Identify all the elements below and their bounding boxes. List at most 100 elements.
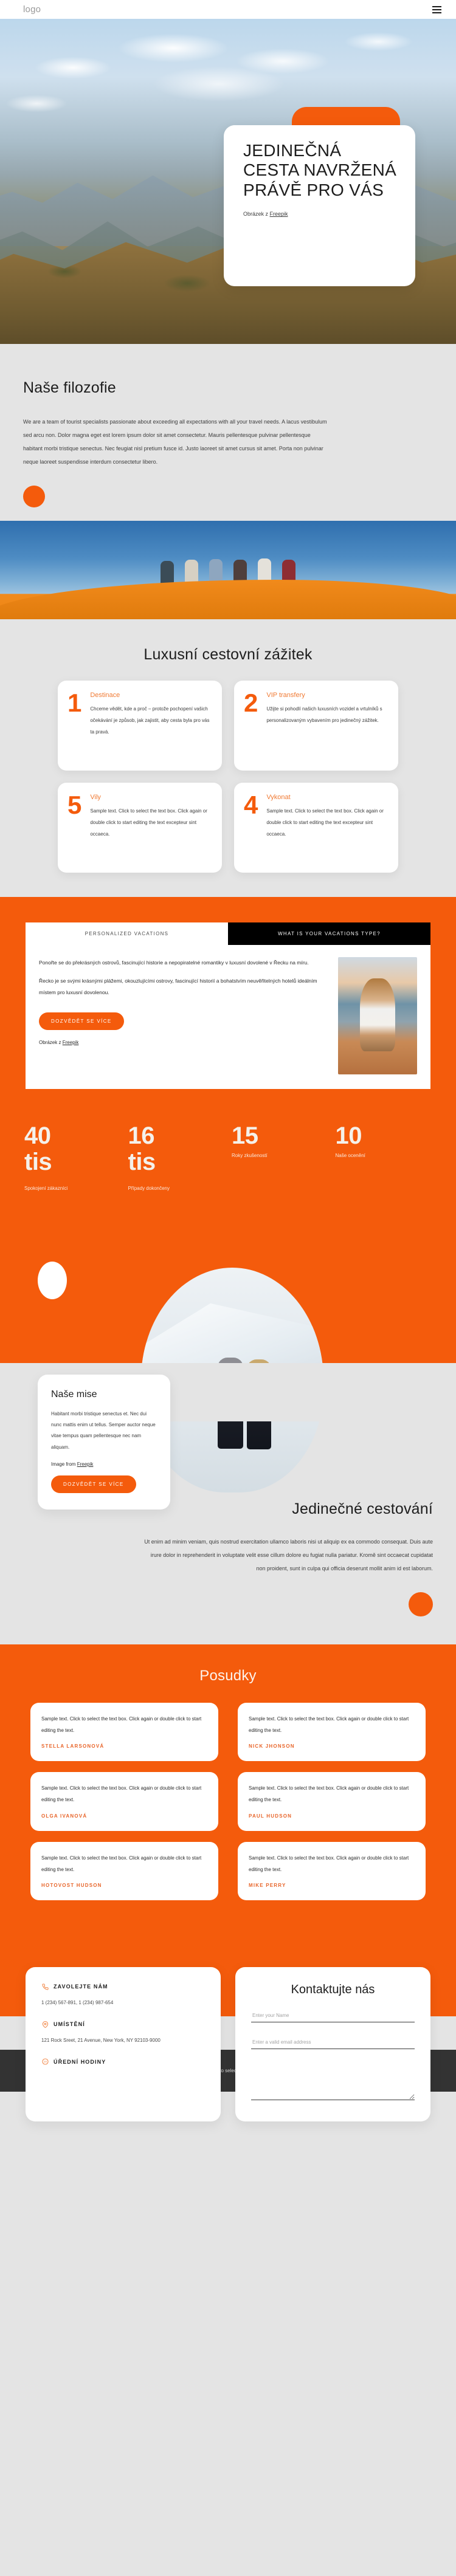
mission-image-credit: Image from Freepik: [51, 1461, 157, 1467]
tab-header: PERSONALIZED VACATIONS WHAT IS YOUR VACA…: [26, 922, 430, 946]
mission-card: Naše mise Habitant morbi tristique senec…: [38, 1374, 170, 1510]
map-pin-icon: [41, 2021, 49, 2028]
mission-learn-more-button[interactable]: DOZVĚDĚT SE VÍCE: [51, 1475, 136, 1494]
mission-title: Naše mise: [51, 1389, 97, 1400]
testimonial-text: Sample text. Click to select the text bo…: [249, 1855, 409, 1872]
luxury-card-text: Sample text. Click to select the text bo…: [90, 808, 207, 837]
hero-image-credit: Obrázek z Freepik: [243, 211, 397, 217]
philosophy-section: Naše filozofie We are a team of tourist …: [0, 344, 456, 508]
mission-credit-prefix: Image from: [51, 1461, 77, 1468]
white-circle-decor: [38, 1261, 67, 1299]
stat-item: 16 tis Případy dokončeny: [128, 1122, 225, 1191]
contact-info-card: ZAVOLEJTE NÁM 1 (234) 567-891, 1 (234) 9…: [26, 1967, 221, 2122]
traveler-figure: [161, 560, 174, 584]
site-header: logo: [0, 0, 456, 19]
testimonial-author: PAUL HUDSON: [249, 1813, 292, 1819]
stat-label: Případy dokončeny: [128, 1185, 170, 1191]
testimonial-author: HOTOVOST HUDSON: [41, 1883, 102, 1889]
contact-section: ZAVOLEJTE NÁM 1 (234) 567-891, 1 (234) 9…: [0, 1940, 456, 2122]
luxury-card-text: Sample text. Click to select the text bo…: [266, 808, 384, 837]
luxury-card-number: 2: [244, 689, 258, 718]
orange-dot-decor: [409, 1592, 433, 1616]
mission-section: Naše mise Habitant morbi tristique senec…: [0, 1223, 456, 1510]
luxury-card-number: 4: [244, 791, 258, 820]
stat-label: Naše ocenění: [335, 1153, 365, 1159]
stat-value: 16 tis: [128, 1122, 156, 1176]
testimonial-card: Sample text. Click to select the text bo…: [30, 1702, 218, 1762]
testimonial-card: Sample text. Click to select the text bo…: [30, 1841, 218, 1901]
tab-photo-woman-view: [338, 957, 417, 1075]
tab-credit-link[interactable]: Freepik: [63, 1040, 79, 1045]
stat-label: Roky zkušeností: [232, 1153, 268, 1159]
name-input[interactable]: [251, 2013, 415, 2023]
contact-location-value: 121 Rock Sreet, 21 Avenue, New York, NY …: [41, 2038, 161, 2044]
testimonial-author: STELLA LARSONOVÁ: [41, 1743, 105, 1750]
contact-phone-value: 1 (234) 567-891, 1 (234) 987-654: [41, 2000, 114, 2006]
stats-section: 40 tis Spokojení zákazníci 16 tis Případ…: [0, 1117, 456, 1224]
philosophy-title: Naše filozofie: [23, 379, 116, 396]
traveler-figure: [185, 559, 198, 584]
luxury-card-text: Chceme vědět, kde a proč – protože pocho…: [90, 706, 210, 735]
testimonial-author: MIKE PERRY: [249, 1883, 286, 1889]
stat-item: 10 Naše ocenění: [335, 1122, 432, 1190]
phone-icon: [41, 1983, 49, 1990]
testimonial-card: Sample text. Click to select the text bo…: [30, 1772, 218, 1831]
tab-container: PERSONALIZED VACATIONS WHAT IS YOUR VACA…: [26, 922, 430, 1090]
testimonial-text: Sample text. Click to select the text bo…: [249, 1716, 409, 1733]
luxury-card-number: 5: [67, 791, 82, 820]
tab-body: Ponořte se do překrásných ostrovů, fasci…: [26, 945, 430, 1089]
hero-credit-prefix: Obrázek z: [243, 211, 270, 218]
mission-credit-link[interactable]: Freepik: [77, 1461, 94, 1467]
luxury-section: Luxusní cestovní zážitek 1 Destinace Chc…: [0, 619, 456, 898]
testimonial-text: Sample text. Click to select the text bo…: [249, 1785, 409, 1803]
contact-phone-label: ZAVOLEJTE NÁM: [54, 1984, 108, 1990]
tab-personalized-vacations[interactable]: PERSONALIZED VACATIONS: [26, 922, 228, 946]
hero-card: JEDINEČNÁ CESTA NAVRŽENÁ PRÁVĚ PRO VÁS O…: [224, 125, 415, 286]
unique-travel-text: Ut enim ad minim veniam, quis nostrud ex…: [144, 1538, 433, 1571]
testimonial-text: Sample text. Click to select the text bo…: [41, 1785, 202, 1803]
luxury-card-title: Vykonat: [266, 794, 291, 802]
stat-value: 40 tis: [24, 1122, 52, 1176]
tab-paragraph-1: Ponořte se do překrásných ostrovů, fasci…: [39, 960, 309, 966]
burger-line: [432, 9, 441, 10]
testimonials-grid: Sample text. Click to select the text bo…: [0, 1702, 456, 1901]
orange-dot-decor: [23, 486, 45, 508]
luxury-card-grid: 1 Destinace Chceme vědět, kde a proč – p…: [0, 681, 456, 873]
hero-title: JEDINEČNÁ CESTA NAVRŽENÁ PRÁVĚ PRO VÁS: [243, 141, 397, 199]
hero-credit-link[interactable]: Freepik: [270, 211, 288, 217]
luxury-title: Luxusní cestovní zážitek: [143, 646, 313, 664]
tab-image-credit: Obrázek z Freepik: [39, 1040, 326, 1045]
contact-phone-heading: ZAVOLEJTE NÁM: [41, 1983, 205, 1990]
luxury-card[interactable]: 1 Destinace Chceme vědět, kde a proč – p…: [58, 681, 222, 771]
learn-more-button[interactable]: DOZVĚDĚT SE VÍCE: [39, 1012, 124, 1030]
hero-section: JEDINEČNÁ CESTA NAVRŽENÁ PRÁVĚ PRO VÁS O…: [0, 19, 456, 344]
contact-location-heading: UMÍSTĚNÍ: [41, 2021, 205, 2028]
testimonial-text: Sample text. Click to select the text bo…: [41, 1716, 202, 1733]
contact-hours-label: ÚŘEDNÍ HODINY: [54, 2058, 106, 2065]
svg-text:24: 24: [44, 2060, 47, 2063]
page-root: logo JEDINEČNÁ CESTA NAVRŽENÁ PRÁVĚ PRO …: [0, 0, 456, 2122]
stat-value: 10: [335, 1122, 362, 1150]
contact-form-title: Kontaktujte nás: [291, 1983, 375, 1997]
testimonial-card: Sample text. Click to select the text bo…: [238, 1841, 426, 1901]
luxury-card[interactable]: 5 Vily Sample text. Click to select the …: [58, 783, 222, 873]
contact-location-label: UMÍSTĚNÍ: [54, 2021, 85, 2028]
testimonial-text: Sample text. Click to select the text bo…: [41, 1855, 202, 1872]
luxury-card-title: Vily: [90, 794, 101, 802]
email-input[interactable]: [251, 2039, 415, 2050]
luxury-card-title: Destinace: [90, 692, 120, 699]
mission-text: Habitant morbi tristique senectus et. Ne…: [51, 1410, 156, 1450]
hamburger-menu-icon[interactable]: [430, 4, 444, 16]
site-logo[interactable]: logo: [23, 4, 41, 15]
luxury-card[interactable]: 2 VIP transfery Užijte si pohodlí našich…: [234, 681, 398, 771]
sand-dune: [0, 580, 456, 620]
stat-item: 40 tis Spokojení zákazníci: [24, 1122, 121, 1191]
contact-hours-heading: 24 ÚŘEDNÍ HODINY: [41, 2058, 205, 2066]
contact-row: ZAVOLEJTE NÁM 1 (234) 567-891, 1 (234) 9…: [0, 1967, 456, 2122]
burger-line: [432, 5, 441, 7]
luxury-card[interactable]: 4 Vykonat Sample text. Click to select t…: [234, 783, 398, 873]
tab-vacations-type[interactable]: WHAT IS YOUR VACATIONS TYPE?: [228, 922, 430, 946]
stat-label: Spokojení zákazníci: [24, 1185, 68, 1191]
desert-photo-band: [0, 521, 456, 620]
message-textarea[interactable]: [251, 2063, 415, 2101]
